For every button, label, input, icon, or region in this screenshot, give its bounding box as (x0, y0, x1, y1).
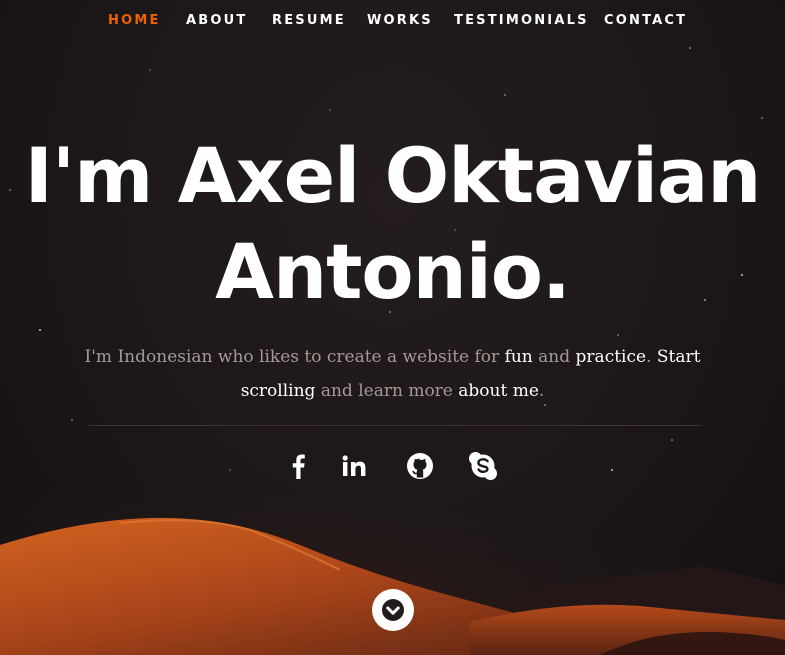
github-icon (407, 453, 433, 479)
intro-text-part: I'm Indonesian who likes to create a web… (84, 347, 505, 367)
intro-text-part: and (532, 347, 576, 367)
intro-highlight-fun: fun (504, 347, 533, 367)
linkedin-link[interactable] (338, 448, 374, 484)
nav-item-contact[interactable]: CONTACT (604, 13, 687, 28)
nav-item-home[interactable]: HOME (108, 13, 161, 28)
headline-line-1: I'm Axel Oktavian (24, 131, 762, 220)
skype-link[interactable] (465, 448, 501, 484)
intro-text: I'm Indonesian who likes to create a web… (60, 340, 725, 408)
intro-highlight-practice: practice (575, 347, 647, 367)
nav-item-about[interactable]: ABOUT (186, 13, 247, 28)
linkedin-icon (342, 455, 366, 476)
intro-text-part: and learn more (315, 381, 459, 401)
about-me-link[interactable]: about me (458, 381, 539, 401)
nav-item-testimonials[interactable]: TESTIMONIALS (454, 13, 589, 28)
github-link[interactable] (402, 448, 438, 484)
divider (89, 425, 701, 426)
desert-background (0, 47, 785, 655)
scroll-down-button[interactable] (372, 589, 414, 631)
headline-line-2: Antonio. (215, 227, 571, 316)
main-nav: HOME ABOUT RESUME WORKS TESTIMONIALS CON… (0, 0, 785, 42)
skype-icon (469, 452, 497, 480)
nav-item-resume[interactable]: RESUME (272, 13, 346, 28)
hero-section: HOME ABOUT RESUME WORKS TESTIMONIALS CON… (0, 0, 785, 655)
facebook-link[interactable] (281, 448, 317, 484)
intro-text-part: . (646, 347, 657, 367)
hero-headline: I'm Axel Oktavian Antonio. (0, 128, 785, 320)
chevron-down-icon (382, 599, 404, 621)
nav-item-works[interactable]: WORKS (367, 13, 433, 28)
facebook-icon (292, 454, 305, 479)
intro-text-part: . (538, 381, 545, 401)
